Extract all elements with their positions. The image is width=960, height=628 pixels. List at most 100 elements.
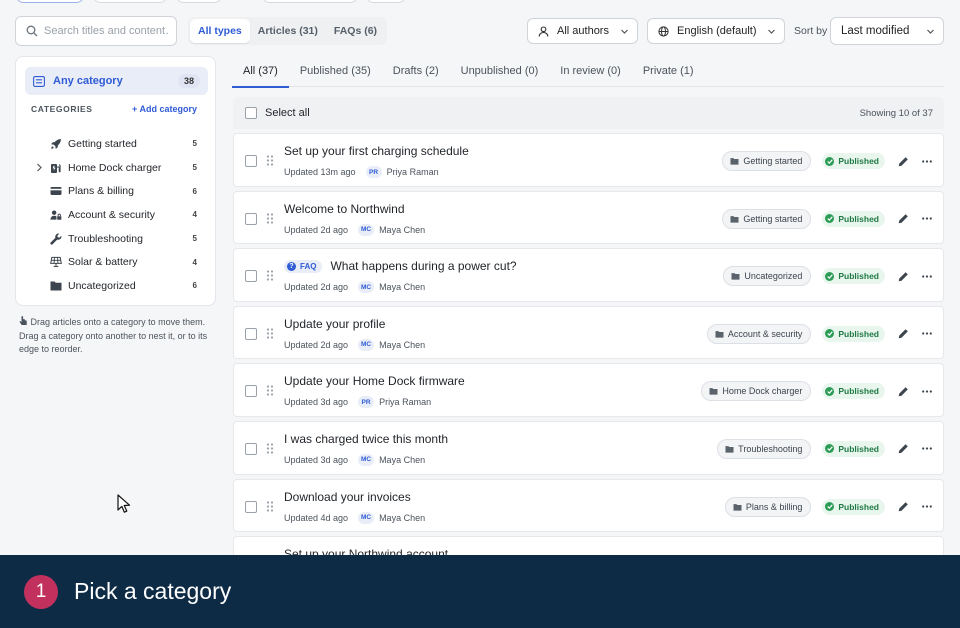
category-chip[interactable]: Getting started [722, 151, 812, 171]
chevron-down-icon [768, 29, 775, 34]
table-row[interactable]: Update your Home Dock firmware Updated 3… [233, 363, 944, 417]
sidebar-item-solar-battery[interactable]: Solar & battery 4 [16, 250, 215, 274]
sort-dropdown[interactable]: Last modified [830, 17, 944, 45]
tutorial-caption-bar: 1 Pick a category [0, 555, 960, 628]
drag-handle-icon[interactable] [266, 385, 274, 396]
sidebar-item-troubleshooting[interactable]: Troubleshooting 5 [16, 227, 215, 251]
list-header: Select all Showing 10 of 37 [233, 97, 944, 129]
edit-button[interactable] [898, 443, 909, 454]
select-all-label[interactable]: Select all [265, 107, 310, 119]
table-row[interactable]: I was charged twice this month Updated 3… [233, 420, 944, 475]
tab-unpublished[interactable]: Unpublished (0) [450, 58, 550, 87]
add-category-button[interactable]: + Add category [132, 104, 197, 114]
article-title[interactable]: Download your invoices [284, 490, 411, 504]
article-title-text: Update your Home Dock firmware [284, 374, 465, 389]
category-chip-label: Troubleshooting [738, 443, 803, 454]
authors-dropdown[interactable]: All authors [527, 18, 638, 44]
tab-all[interactable]: All (37) [232, 58, 289, 88]
row-checkbox[interactable] [245, 385, 257, 398]
more-options-button[interactable] [922, 217, 932, 220]
status-badge: Published [822, 498, 885, 515]
sidebar-item-label: Plans & billing [68, 185, 134, 198]
type-articles[interactable]: Articles (31) [250, 19, 326, 43]
article-title[interactable]: Update your profile [284, 317, 385, 331]
category-chip[interactable]: Account & security [706, 323, 812, 344]
status-label: Published [838, 213, 879, 224]
edit-button[interactable] [898, 213, 909, 224]
table-row[interactable]: Update your profile Updated 2d ago MC Maya… [233, 305, 944, 360]
tab-drafts[interactable]: Drafts (2) [382, 58, 450, 87]
edit-button[interactable] [898, 156, 909, 167]
any-category-count: 38 [177, 74, 200, 88]
tab-private[interactable]: Private (1) [632, 58, 705, 87]
article-title[interactable]: Set up your first charging schedule [284, 144, 469, 158]
article-title[interactable]: ? FAQ What happens during a power cut? [284, 259, 517, 273]
tab-in-review[interactable]: In review (0) [549, 58, 632, 87]
row-checkbox[interactable] [245, 500, 257, 513]
row-actions: Getting started Published [722, 208, 932, 229]
article-title[interactable]: Update your Home Dock firmware [284, 374, 465, 388]
row-checkbox[interactable] [245, 155, 257, 167]
category-chip[interactable]: Plans & billing [724, 496, 812, 517]
edit-button[interactable] [898, 271, 909, 282]
more-options-button[interactable] [922, 332, 932, 335]
drag-handle-icon[interactable] [266, 500, 274, 512]
more-options-button[interactable] [922, 447, 932, 451]
article-title[interactable]: Welcome to Northwind [284, 202, 405, 216]
edit-button[interactable] [898, 386, 909, 397]
updated-time: Updated 13m ago [284, 167, 356, 177]
row-actions: Troubleshooting Published [717, 438, 932, 459]
edit-button[interactable] [898, 501, 909, 512]
author-name: Maya Chen [379, 339, 426, 350]
drag-handle-icon[interactable] [266, 155, 274, 166]
row-checkbox[interactable] [245, 327, 257, 340]
more-options-button[interactable] [922, 390, 932, 393]
table-row[interactable]: ? FAQ What happens during a power cut? Upd… [233, 248, 944, 302]
search-box[interactable] [15, 16, 177, 46]
sidebar-item-count: 4 [192, 210, 197, 220]
avatar: PR [358, 396, 375, 409]
row-actions: Account & security Published [706, 323, 932, 344]
row-checkbox[interactable] [245, 442, 257, 455]
any-category-label: Any category [53, 75, 123, 87]
edit-button[interactable] [898, 328, 909, 339]
more-options-button[interactable] [922, 275, 932, 278]
table-row[interactable]: Download your invoices Updated 4d ago MC M… [233, 478, 944, 533]
any-category-item[interactable]: Any category 38 [25, 67, 208, 95]
pencil-icon [898, 214, 908, 224]
table-row[interactable]: Set up your first charging schedule Upda… [233, 133, 944, 187]
drag-handle-icon[interactable] [266, 212, 274, 224]
pencil-icon [898, 271, 908, 281]
sidebar-item-home-dock-charger[interactable]: Home Dock charger 5 [16, 156, 215, 180]
tab-published[interactable]: Published (35) [289, 58, 382, 87]
row-checkbox[interactable] [245, 212, 257, 225]
category-chip[interactable]: Troubleshooting [717, 438, 812, 459]
faq-badge: ? FAQ [284, 259, 323, 273]
article-title[interactable]: I was charged twice this month [284, 432, 448, 446]
type-faqs[interactable]: FAQs (6) [326, 19, 385, 43]
type-all[interactable]: All types [190, 19, 250, 43]
sidebar-item-plans-billing[interactable]: Plans & billing 6 [16, 179, 215, 203]
table-row[interactable]: Welcome to Northwind Updated 2d ago MC May… [233, 190, 944, 245]
drag-handle-icon[interactable] [266, 443, 274, 454]
status-badge: Published [822, 440, 885, 457]
sidebar-item-uncategorized[interactable]: Uncategorized 6 [16, 274, 215, 298]
select-all-checkbox[interactable] [245, 107, 257, 119]
row-checkbox[interactable] [245, 270, 257, 283]
drag-handle-icon[interactable] [266, 270, 274, 281]
chevron-right-icon[interactable] [35, 163, 43, 172]
drag-handle-icon[interactable] [266, 328, 274, 339]
category-chip[interactable]: Uncategorized [723, 266, 812, 287]
table-row[interactable]: Set up your Northwind account [233, 536, 944, 557]
avatar: MC [358, 453, 375, 466]
ellipsis-icon [922, 505, 932, 508]
sidebar-item-getting-started[interactable]: Getting started 5 [16, 132, 215, 156]
search-input[interactable] [44, 25, 169, 37]
category-chip[interactable]: Home Dock charger [701, 381, 812, 402]
sidebar-item-account-security[interactable]: Account & security 4 [16, 203, 215, 227]
category-chip[interactable]: Getting started [722, 208, 812, 229]
sidebar-item-label: Uncategorized [68, 279, 136, 292]
more-options-button[interactable] [922, 159, 932, 163]
more-options-button[interactable] [922, 505, 932, 508]
language-dropdown[interactable]: English (default) [647, 18, 785, 44]
